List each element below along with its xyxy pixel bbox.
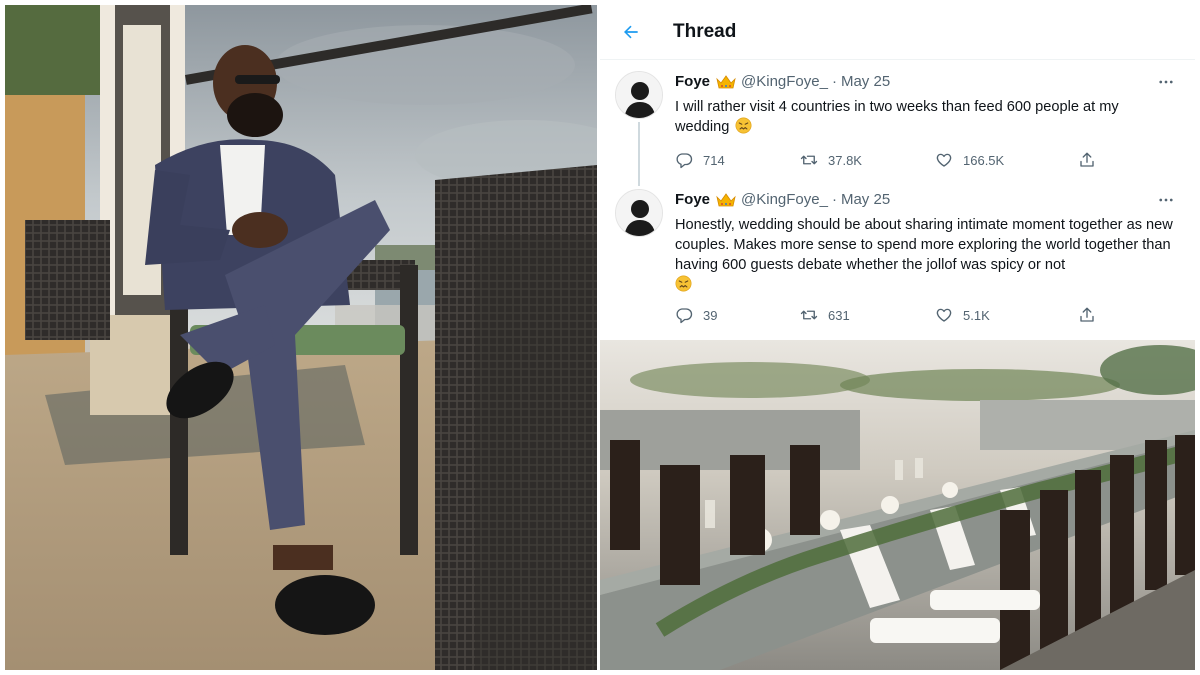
- author-handle[interactable]: @KingFoye_: [741, 191, 828, 208]
- tweet-header: Foye @KingFoye_ · May 25: [675, 191, 890, 208]
- heart-icon: [936, 153, 952, 167]
- tweet-text: I will rather visit 4 countries in two w…: [675, 97, 1175, 137]
- more-horizontal-icon: [1159, 198, 1173, 202]
- retweet-count: 631: [828, 307, 850, 323]
- more-options-button[interactable]: [1157, 73, 1175, 95]
- share-button[interactable]: [1078, 151, 1096, 169]
- back-button[interactable]: [620, 21, 642, 43]
- separator-dot: ·: [831, 73, 837, 90]
- tweet-text-content: Honestly, wedding should be about sharin…: [675, 217, 1173, 273]
- reply-button[interactable]: 714: [675, 151, 800, 169]
- photo-wedding-reception-tables: [600, 340, 1195, 670]
- tweet[interactable]: Foye @KingFoye_ · May 25 Honestly, weddi…: [600, 185, 1195, 335]
- retweet-count: 37.8K: [828, 152, 862, 168]
- tweet-thread-panel: Thread Foye @KingFoye_ · May 25 I will r…: [600, 5, 1195, 337]
- reply-count: 714: [703, 152, 725, 168]
- tweet-actions: 39 631 5.1K: [675, 306, 1096, 324]
- author-name[interactable]: Foye: [675, 191, 710, 208]
- tweet-date[interactable]: May 25: [841, 191, 890, 208]
- thread-header: Thread: [600, 5, 1195, 60]
- share-icon: [1080, 307, 1094, 322]
- avatar[interactable]: [615, 189, 663, 237]
- author-name[interactable]: Foye: [675, 73, 710, 90]
- tweet-header: Foye @KingFoye_ · May 25: [675, 73, 890, 90]
- page-title: Thread: [673, 21, 737, 42]
- reply-count: 39: [703, 307, 718, 323]
- separator-dot: ·: [831, 191, 837, 208]
- author-handle[interactable]: @KingFoye_: [741, 73, 828, 90]
- like-count: 166.5K: [963, 152, 1005, 168]
- reply-icon: [676, 308, 693, 324]
- more-options-button[interactable]: [1157, 191, 1175, 213]
- confounded-face-icon: [675, 275, 692, 292]
- heart-icon: [936, 308, 952, 322]
- reply-button[interactable]: 39: [675, 306, 800, 324]
- reply-icon: [676, 153, 693, 169]
- arrow-left-icon: [624, 25, 638, 39]
- like-count: 5.1K: [963, 307, 990, 323]
- crown-icon: [716, 192, 736, 207]
- confounded-face-icon: [735, 117, 752, 134]
- retweet-icon: [800, 310, 818, 320]
- tweet-date[interactable]: May 25: [841, 73, 890, 90]
- crown-icon: [716, 74, 736, 89]
- like-button[interactable]: 5.1K: [935, 306, 1078, 324]
- tweet-actions: 714 37.8K 166.5K: [675, 151, 1096, 169]
- avatar[interactable]: [615, 71, 663, 119]
- tweet[interactable]: Foye @KingFoye_ · May 25 I will rather v…: [600, 67, 1195, 182]
- retweet-button[interactable]: 631: [800, 306, 935, 324]
- like-button[interactable]: 166.5K: [935, 151, 1078, 169]
- share-button[interactable]: [1078, 306, 1096, 324]
- retweet-button[interactable]: 37.8K: [800, 151, 935, 169]
- share-icon: [1080, 152, 1094, 167]
- photo-man-on-terrace: [5, 5, 597, 670]
- retweet-icon: [800, 155, 818, 165]
- more-horizontal-icon: [1159, 80, 1173, 84]
- tweet-text: Honestly, wedding should be about sharin…: [675, 215, 1175, 295]
